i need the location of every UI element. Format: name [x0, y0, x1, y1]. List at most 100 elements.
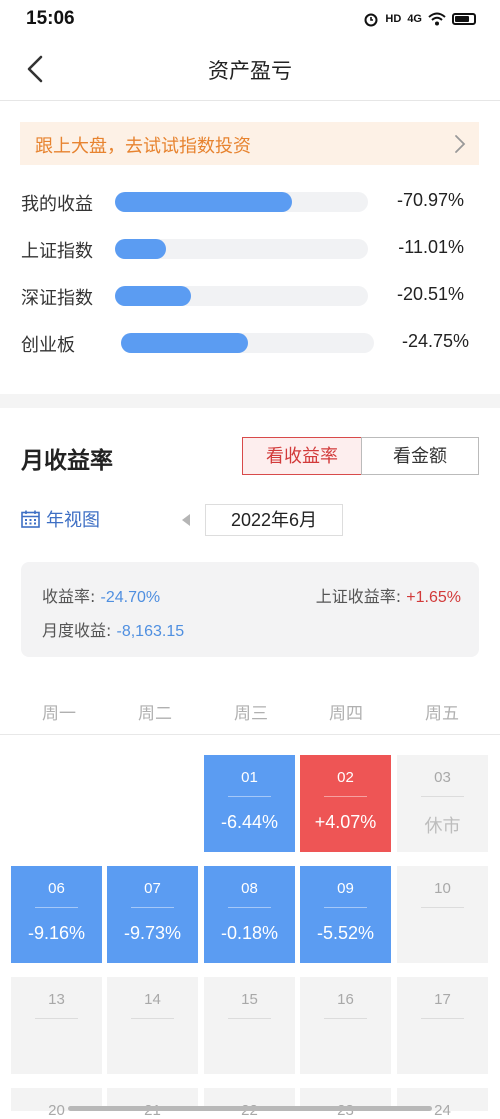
- day-number: 07: [144, 880, 161, 897]
- hd-indicator: HD: [385, 13, 402, 25]
- calendar-day-cell[interactable]: 16: [300, 977, 391, 1074]
- day-number: 08: [241, 880, 258, 897]
- summary-rate: 收益率: -24.70%: [42, 583, 160, 607]
- index-invest-banner[interactable]: 跟上大盘，去试试指数投资: [20, 122, 479, 165]
- comparison-track: [121, 333, 374, 353]
- comparison-value: -70.97%: [396, 190, 464, 210]
- day-return: -6.44%: [220, 812, 279, 832]
- calendar-day-cell[interactable]: 15: [204, 977, 295, 1074]
- weekday-label: 周五: [425, 704, 459, 724]
- cell-divider: [228, 796, 271, 797]
- summary-income-label: 月度收益:: [42, 621, 112, 640]
- cell-divider: [35, 1018, 78, 1019]
- chevron-right-icon: [455, 135, 466, 153]
- day-number: 06: [48, 880, 65, 897]
- weekday-label: 周四: [329, 704, 363, 724]
- weekday-label: 周一: [42, 704, 76, 724]
- summary-index-label: 上证收益率:: [315, 587, 402, 606]
- day-return: -0.18%: [220, 923, 279, 943]
- summary-index-value: +1.65%: [406, 589, 461, 606]
- day-number: 17: [434, 991, 451, 1008]
- banner-text: 跟上大盘，去试试指数投资: [35, 136, 251, 157]
- day-number: 01: [241, 769, 258, 786]
- comparison-label: 深证指数: [21, 288, 93, 309]
- calendar-day-cell[interactable]: 03 休市: [397, 755, 488, 852]
- comparison-bar: [115, 239, 166, 259]
- cell-divider: [228, 907, 271, 908]
- weekday-label: 周二: [138, 704, 172, 724]
- section-divider: [0, 394, 500, 408]
- cell-divider: [421, 796, 464, 797]
- weekday-header: 周一 周二 周三 周四 周五: [0, 688, 500, 735]
- summary-income-value: -8,163.15: [116, 623, 185, 640]
- comparison-label: 创业板: [21, 335, 75, 356]
- comparison-track: [115, 286, 368, 306]
- calendar-icon: [21, 510, 40, 528]
- calendar-day-cell[interactable]: 09 -5.52%: [300, 866, 391, 963]
- cell-divider: [228, 1018, 271, 1019]
- year-view-label: 年视图: [46, 510, 100, 531]
- cell-divider: [35, 907, 78, 908]
- calendar-day-cell[interactable]: 17: [397, 977, 488, 1074]
- day-number: 14: [144, 991, 161, 1008]
- summary-index-rate: 上证收益率: +1.65%: [316, 583, 461, 607]
- comparison-value: -24.75%: [401, 331, 469, 351]
- cell-divider: [324, 907, 367, 908]
- summary-rate-value: -24.70%: [100, 589, 161, 606]
- day-return: -5.52%: [316, 923, 375, 943]
- month-picker[interactable]: 2022年6月: [205, 504, 343, 536]
- calendar-day-cell[interactable]: 01 -6.44%: [204, 755, 295, 852]
- calendar-day-cell[interactable]: 06 -9.16%: [11, 866, 102, 963]
- network-indicator: 4G: [407, 13, 422, 25]
- battery-icon: [452, 13, 476, 25]
- cell-divider: [324, 1018, 367, 1019]
- calendar-day-cell[interactable]: 10: [397, 866, 488, 963]
- cell-divider: [131, 907, 174, 908]
- status-time: 15:06: [26, 8, 75, 29]
- status-bar: 15:06 HD 4G: [0, 0, 500, 38]
- day-return: +4.07%: [314, 812, 377, 832]
- calendar-day-cell[interactable]: 13: [11, 977, 102, 1074]
- section-title-monthly: 月收益率: [21, 448, 113, 474]
- day-number: 13: [48, 991, 65, 1008]
- comparison-label: 上证指数: [21, 241, 93, 262]
- comparison-track: [115, 239, 368, 259]
- comparison-row-shanghai: 上证指数 -11.01%: [0, 235, 500, 265]
- calendar-day-cell[interactable]: 08 -0.18%: [204, 866, 295, 963]
- weekday-label: 周三: [234, 704, 268, 724]
- comparison-bar: [121, 333, 248, 353]
- comparison-row-chinext: 创业板 -24.75%: [0, 329, 500, 359]
- view-toggle: 看收益率 看金额: [242, 437, 479, 475]
- year-view-button[interactable]: 年视图: [21, 506, 100, 532]
- alarm-icon: [364, 13, 378, 27]
- day-return: 休市: [424, 816, 461, 836]
- nav-bar: 资产盈亏: [0, 38, 500, 101]
- day-number: 02: [337, 769, 354, 786]
- summary-income: 月度收益: -8,163.15: [42, 617, 184, 641]
- summary-rate-label: 收益率:: [42, 587, 96, 606]
- monthly-summary: 收益率: -24.70% 上证收益率: +1.65% 月度收益: -8,163.…: [21, 562, 479, 657]
- comparison-value: -20.51%: [396, 284, 464, 304]
- day-number: 10: [434, 880, 451, 897]
- calendar-day-cell[interactable]: 02 +4.07%: [300, 755, 391, 852]
- cell-divider: [324, 796, 367, 797]
- comparison-row-my-return: 我的收益 -70.97%: [0, 188, 500, 218]
- comparison-label: 我的收益: [21, 194, 93, 215]
- toggle-amount[interactable]: 看金额: [361, 437, 479, 475]
- toggle-return-rate[interactable]: 看收益率: [242, 437, 362, 475]
- home-indicator[interactable]: [68, 1106, 432, 1111]
- day-number: 15: [241, 991, 258, 1008]
- comparison-track: [115, 192, 368, 212]
- cell-divider: [421, 907, 464, 908]
- day-number: 16: [337, 991, 354, 1008]
- calendar-day-cell[interactable]: 14: [107, 977, 198, 1074]
- day-return: -9.16%: [27, 923, 86, 943]
- comparison-value: -11.01%: [398, 237, 464, 257]
- triangle-left-icon[interactable]: [181, 513, 191, 527]
- day-number: 03: [434, 769, 451, 786]
- comparison-row-shenzhen: 深证指数 -20.51%: [0, 282, 500, 312]
- day-return: -9.73%: [123, 923, 182, 943]
- calendar-day-cell[interactable]: 07 -9.73%: [107, 866, 198, 963]
- cell-divider: [421, 1018, 464, 1019]
- wifi-icon: [428, 12, 446, 26]
